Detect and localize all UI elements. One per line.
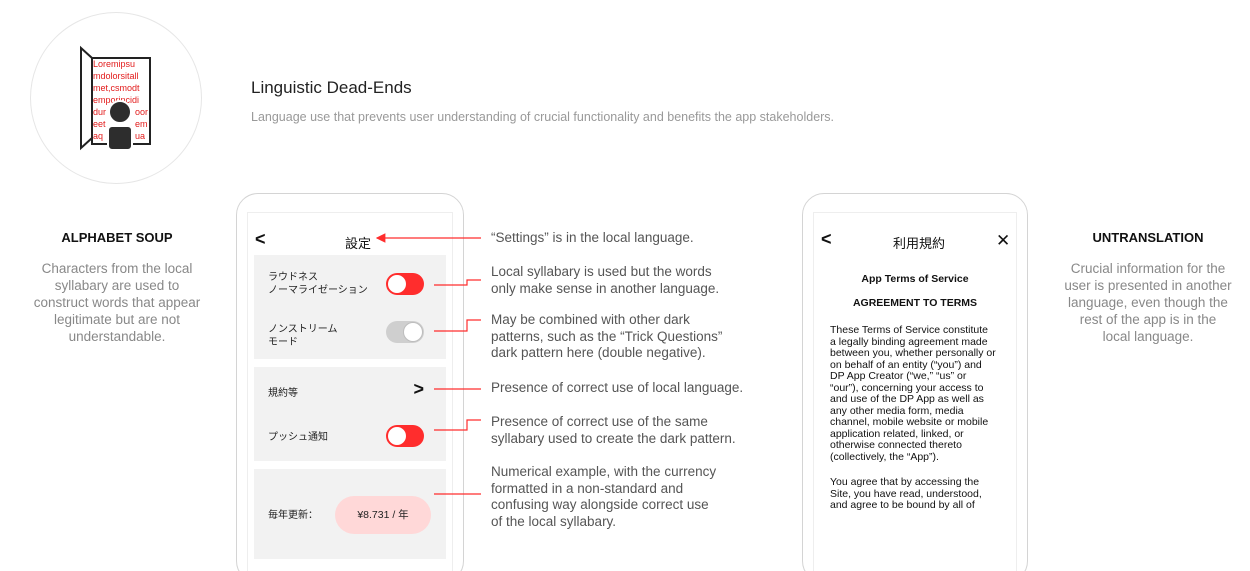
loudness-connector [434, 279, 481, 286]
annotation-double-negative: May be combined with other dark patterns… [491, 312, 723, 360]
nonstream-connector [434, 319, 481, 332]
annotation-push: Presence of correct use of the same syll… [491, 414, 736, 446]
annotation-price: Numerical example, with the currency for… [491, 464, 717, 529]
annotation-terms: Presence of correct use of local languag… [491, 380, 744, 395]
annotation-loudness: Local syllabary is used but the words on… [491, 264, 720, 296]
annotation-settings: “Settings” is in the local language. [491, 230, 694, 245]
push-connector [434, 419, 481, 431]
